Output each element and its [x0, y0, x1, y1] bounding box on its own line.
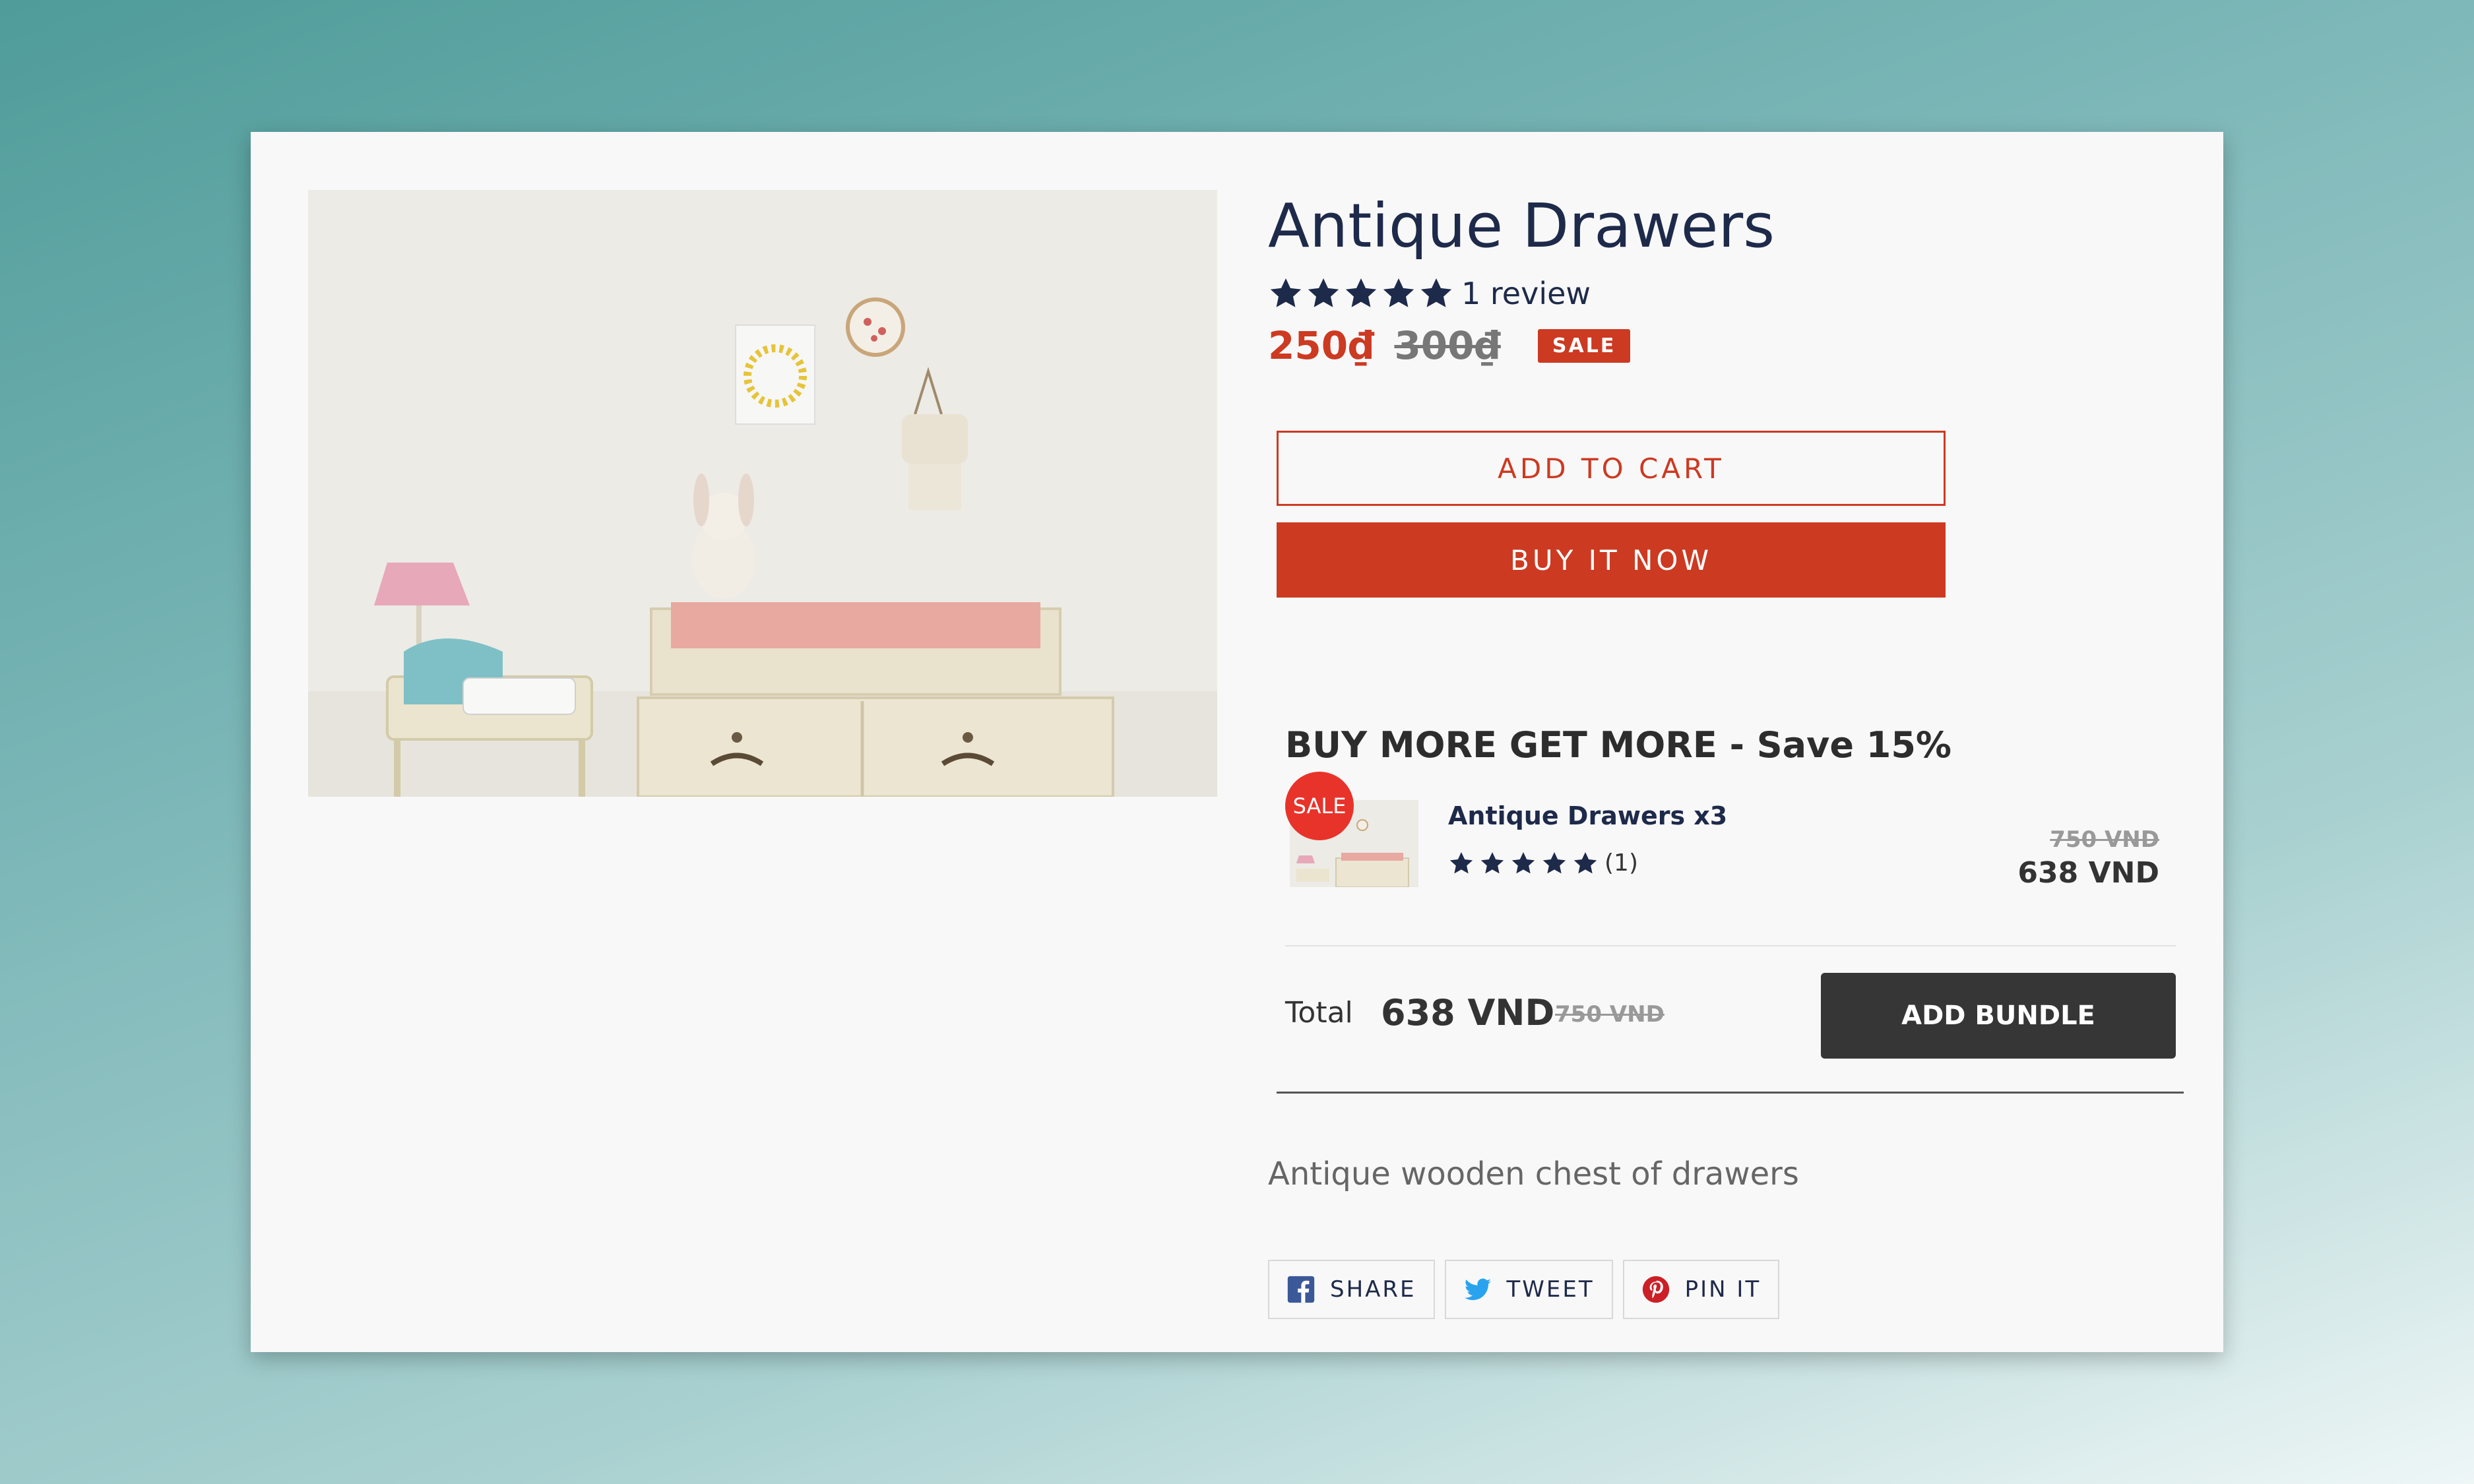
star-icon	[1448, 850, 1475, 877]
star-icon	[1268, 276, 1304, 311]
facebook-icon	[1287, 1276, 1315, 1303]
add-to-cart-button[interactable]: ADD TO CART	[1277, 431, 1946, 506]
total-old-price: 750 VND	[1555, 1001, 1665, 1028]
bundle-item-rating: (1)	[1448, 850, 1638, 877]
total-label: Total	[1285, 996, 1353, 1030]
star-icon	[1541, 850, 1568, 877]
share-twitter-label: TWEET	[1506, 1276, 1595, 1303]
star-icon	[1343, 276, 1379, 311]
share-twitter-button[interactable]: TWEET	[1444, 1260, 1613, 1319]
sale-price: 250₫	[1268, 323, 1375, 368]
bundle-review-count: (1)	[1604, 850, 1638, 877]
product-description: Antique wooden chest of drawers	[1268, 1156, 1799, 1192]
share-pinterest-label: PIN IT	[1684, 1276, 1761, 1303]
star-icon	[1510, 850, 1537, 877]
product-photo	[308, 190, 1217, 797]
share-pinterest-button[interactable]: PIN IT	[1622, 1260, 1780, 1319]
star-icon	[1306, 276, 1341, 311]
bundle-sale-tag: SALE	[1285, 772, 1354, 840]
add-bundle-button[interactable]: ADD BUNDLE	[1821, 973, 2176, 1059]
sale-badge: SALE	[1537, 328, 1631, 363]
bundle-heading: BUY MORE GET MORE - Save 15%	[1285, 724, 1951, 766]
total-price: 638 VND	[1381, 992, 1555, 1034]
product-image[interactable]	[308, 190, 1217, 797]
bundle-item-name[interactable]: Antique Drawers x3	[1448, 801, 1727, 830]
review-count-link[interactable]: 1 review	[1461, 276, 1591, 311]
product-card: Antique Drawers 1 review 250₫ 300₫ SALE …	[251, 132, 2223, 1352]
share-facebook-button[interactable]: SHARE	[1268, 1260, 1435, 1319]
pinterest-icon	[1642, 1276, 1669, 1303]
bundle-item: SALE Antique Drawers x3 (1) 750 VND 638 …	[1285, 772, 2176, 904]
product-title: Antique Drawers	[1268, 191, 1775, 261]
star-icon	[1381, 276, 1416, 311]
bundle-item-old-price: 750 VND	[2050, 826, 2159, 853]
product-rating[interactable]: 1 review	[1268, 276, 1591, 311]
bundle-divider	[1285, 945, 2176, 946]
share-buttons: SHARE TWEET PIN IT	[1268, 1260, 1789, 1319]
twitter-icon	[1464, 1278, 1491, 1301]
share-facebook-label: SHARE	[1330, 1276, 1416, 1303]
bundle-item-new-price: 638 VND	[2017, 856, 2159, 890]
rating-stars	[1268, 276, 1456, 311]
star-icon	[1572, 850, 1599, 877]
buy-it-now-button[interactable]: BUY IT NOW	[1277, 522, 1946, 598]
section-divider	[1277, 1092, 2184, 1094]
compare-price: 300₫	[1394, 323, 1501, 368]
star-icon	[1479, 850, 1506, 877]
price-row: 250₫ 300₫ SALE	[1268, 323, 1631, 368]
star-icon	[1418, 276, 1454, 311]
